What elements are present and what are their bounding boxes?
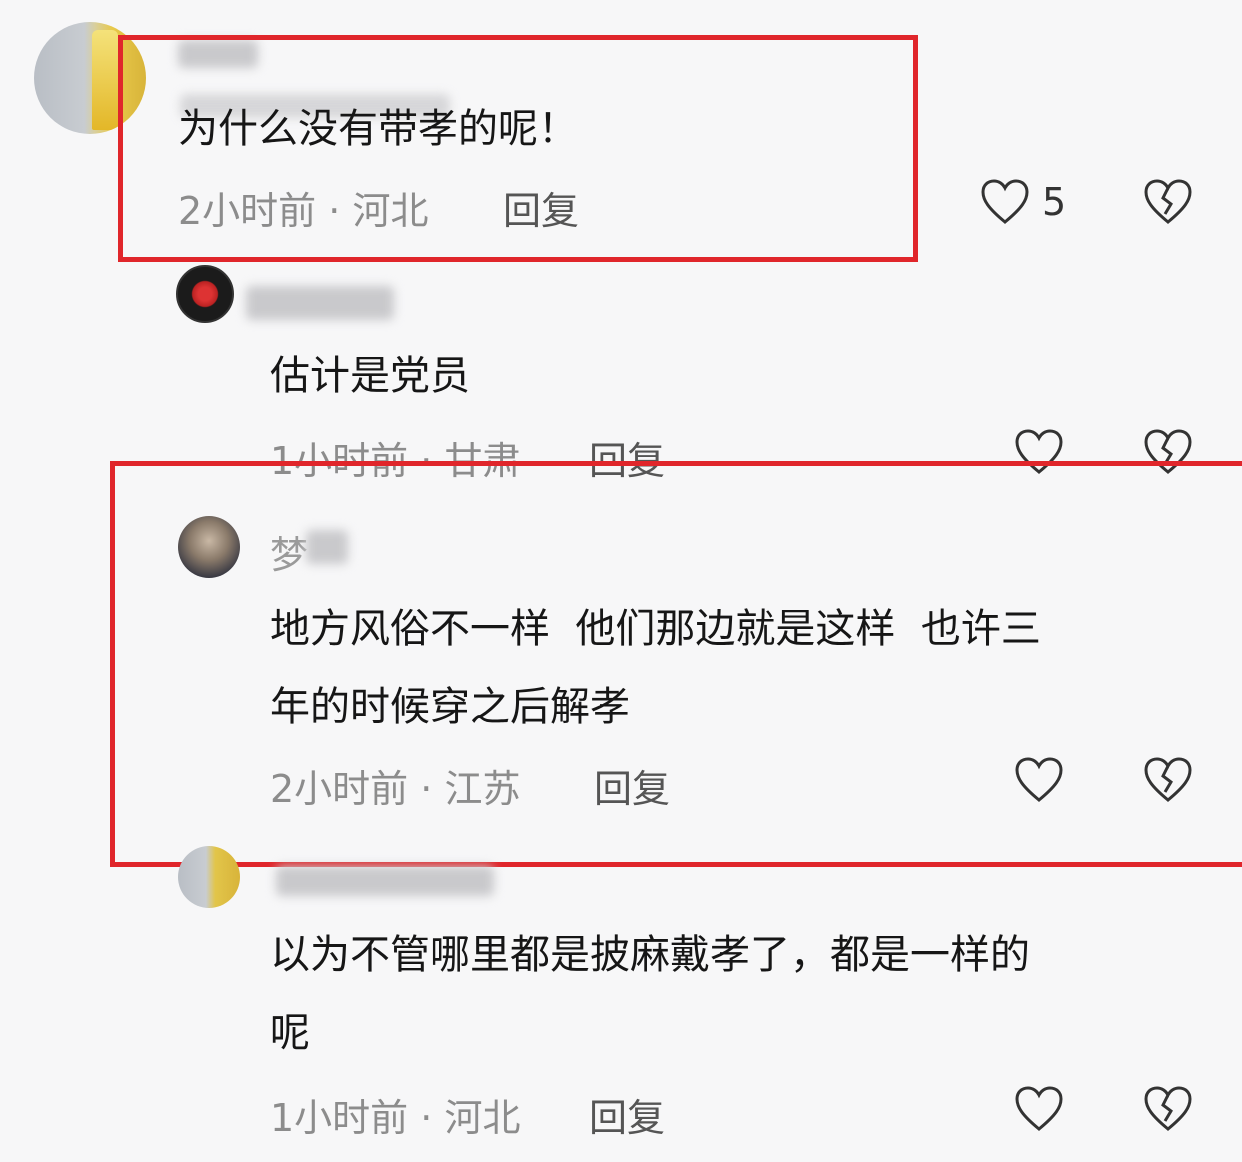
- meta-separator: ·: [316, 189, 353, 233]
- comment-time: 1小时前: [270, 439, 409, 483]
- comment-text-line2: 呢: [270, 1010, 310, 1056]
- comment-meta: 2小时前 · 江苏: [270, 758, 520, 813]
- blurred-username[interactable]: [246, 286, 394, 320]
- comment-location: 河北: [444, 1096, 521, 1140]
- broken-heart-icon[interactable]: [1143, 1085, 1193, 1133]
- heart-outline-icon[interactable]: [980, 178, 1030, 226]
- heart-outline-icon[interactable]: [1014, 756, 1064, 804]
- comment-text: 为什么没有带孝的呢！: [178, 106, 578, 152]
- meta-separator: ·: [408, 439, 445, 483]
- user-avatar[interactable]: [176, 265, 234, 323]
- blurred-username: [306, 530, 348, 564]
- comment-location: 甘肃: [444, 439, 521, 483]
- comment-text: 估计是党员: [270, 353, 470, 399]
- comment-meta: 2小时前 · 河北: [178, 180, 428, 235]
- reply-button[interactable]: 回复: [589, 1087, 665, 1142]
- reply-button[interactable]: 回复: [594, 758, 670, 813]
- user-avatar[interactable]: [34, 22, 146, 134]
- broken-heart-icon[interactable]: [1143, 756, 1193, 804]
- comment-text-line1: 以为不管哪里都是披麻戴孝了，都是一样的: [270, 932, 1030, 978]
- comment-meta: 1小时前 · 河北: [270, 1087, 520, 1142]
- comment-time: 2小时前: [178, 189, 317, 233]
- broken-heart-icon[interactable]: [1143, 178, 1193, 226]
- comment-time: 2小时前: [270, 767, 409, 811]
- reply-button[interactable]: 回复: [589, 430, 665, 485]
- comment-location: 河北: [352, 189, 429, 233]
- comment-location: 江苏: [444, 767, 521, 811]
- heart-outline-icon[interactable]: [1014, 1085, 1064, 1133]
- comment-meta: 1小时前 · 甘肃: [270, 430, 520, 485]
- like-count: 5: [1042, 180, 1067, 224]
- username[interactable]: 梦: [270, 524, 308, 579]
- heart-outline-icon[interactable]: [1014, 428, 1064, 476]
- blurred-username[interactable]: [276, 866, 494, 896]
- broken-heart-icon[interactable]: [1143, 428, 1193, 476]
- comment-text-line2: 年的时候穿之后解孝: [270, 684, 630, 730]
- meta-separator: ·: [408, 767, 445, 811]
- blurred-username[interactable]: [178, 40, 258, 68]
- comment-text-line1: 地方风俗不一样 他们那边就是这样 也许三: [270, 606, 1041, 652]
- reply-button[interactable]: 回复: [503, 180, 579, 235]
- user-avatar[interactable]: [178, 516, 240, 578]
- user-avatar[interactable]: [178, 846, 240, 908]
- meta-separator: ·: [408, 1096, 445, 1140]
- comment-time: 1小时前: [270, 1096, 409, 1140]
